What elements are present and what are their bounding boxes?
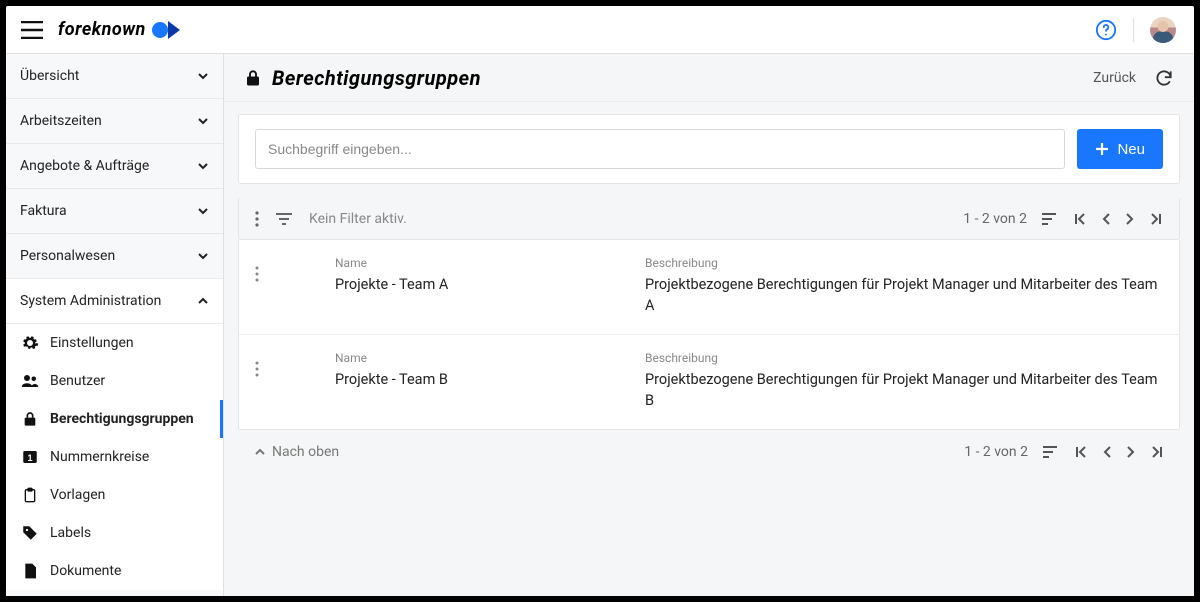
main-content: Berechtigungsgruppen Zurück Neu [224,54,1194,596]
nav-item-labels[interactable]: Labels [6,514,223,552]
table-row[interactable]: Name Projekte - Team B Beschreibung Proj… [239,335,1179,429]
counter-icon: 1 [20,448,40,466]
nav-group-label: System Administration [20,293,161,309]
scroll-to-top[interactable]: Nach oben [254,444,339,460]
col-desc-label: Beschreibung [645,351,1163,365]
topbar-divider [1133,18,1134,42]
row-name: Projekte - Team A [335,274,625,295]
clipboard-icon [20,486,40,504]
search-panel: Neu [238,114,1180,184]
row-menu-icon[interactable] [255,351,275,377]
nav-item-label: Einstellungen [50,335,134,351]
brand-mark-icon [152,19,174,41]
user-avatar[interactable] [1150,17,1176,43]
nav-item-label: Labels [50,525,91,541]
table-row[interactable]: Name Projekte - Team A Beschreibung Proj… [239,240,1179,335]
chevron-down-icon [197,250,209,262]
col-desc-label: Beschreibung [645,256,1163,270]
sort-icon[interactable] [1042,445,1060,459]
chevron-up-icon [254,446,266,458]
filter-icon[interactable] [275,212,293,226]
col-name-label: Name [335,256,625,270]
sort-icon[interactable] [1041,212,1059,226]
help-icon[interactable] [1095,19,1117,41]
nav-group-label: Faktura [20,203,67,219]
page-next-icon[interactable] [1125,212,1135,226]
row-desc: Projektbezogene Berechtigungen für Proje… [645,274,1163,316]
page-first-icon[interactable] [1074,445,1088,459]
nav-group-uebersicht[interactable]: Übersicht [6,54,223,99]
page-last-icon[interactable] [1150,445,1164,459]
nav-item-nummernkreise[interactable]: 1 Nummernkreise [6,438,223,476]
chevron-down-icon [197,115,209,127]
users-icon [20,372,40,390]
page-title: Berechtigungsgruppen [272,66,481,90]
nav-group-label: Angebote & Aufträge [20,158,149,174]
nav-group-sysadmin[interactable]: System Administration [6,279,223,324]
nav-item-label: Benutzer [50,373,105,389]
chevron-down-icon [197,70,209,82]
page-info: 1 - 2 von 2 [964,444,1028,460]
tag-icon [20,524,40,542]
page-prev-icon[interactable] [1101,212,1111,226]
back-button[interactable]: Zurück [1093,70,1136,86]
nav-group-label: Arbeitszeiten [20,113,102,129]
topbar: foreknown [6,6,1194,54]
nav-group-personalwesen[interactable]: Personalwesen [6,234,223,279]
nav-item-benutzer[interactable]: Benutzer [6,362,223,400]
page-first-icon[interactable] [1073,212,1087,226]
chevron-down-icon [197,205,209,217]
nav-item-label: Dokumente [50,563,121,579]
nav-item-einstellungen[interactable]: Einstellungen [6,324,223,362]
list-footer: Nach oben 1 - 2 von 2 [238,430,1180,474]
new-button-label: Neu [1117,141,1145,158]
nav-group-label: Personalwesen [20,248,115,264]
sidebar: Übersicht Arbeitszeiten Angebote & Auftr… [6,54,224,596]
document-icon [20,562,40,580]
results-list: Name Projekte - Team A Beschreibung Proj… [238,240,1180,430]
page-next-icon[interactable] [1126,445,1136,459]
page-last-icon[interactable] [1149,212,1163,226]
page-info: 1 - 2 von 2 [963,211,1027,227]
search-input[interactable] [255,129,1065,169]
list-toolbar: Kein Filter aktiv. 1 - 2 von 2 [238,198,1180,240]
nav-item-label: Berechtigungsgruppen [50,411,194,427]
row-name: Projekte - Team B [335,369,625,390]
new-button[interactable]: Neu [1077,129,1163,169]
nav-item-vorlagen[interactable]: Vorlagen [6,476,223,514]
filter-status: Kein Filter aktiv. [309,211,407,227]
nav-item-berechtigungsgruppen[interactable]: Berechtigungsgruppen [6,400,223,438]
plus-icon [1095,142,1109,156]
nav-item-label: Vorlagen [50,487,105,503]
lock-icon [244,68,262,88]
row-menu-icon[interactable] [255,256,275,282]
nav-group-faktura[interactable]: Faktura [6,189,223,234]
nav-group-angebote[interactable]: Angebote & Aufträge [6,144,223,189]
chevron-down-icon [197,160,209,172]
to-top-label: Nach oben [272,444,339,460]
svg-text:1: 1 [27,453,32,463]
refresh-icon[interactable] [1154,68,1174,88]
brand-logo[interactable]: foreknown [58,19,174,41]
gear-icon [20,334,40,352]
nav-group-label: Übersicht [20,68,79,84]
more-vert-icon[interactable] [255,211,259,227]
menu-toggle[interactable] [18,16,46,44]
nav-item-dokumente[interactable]: Dokumente [6,552,223,590]
lock-icon [20,410,40,428]
chevron-up-icon [197,295,209,307]
page-prev-icon[interactable] [1102,445,1112,459]
col-name-label: Name [335,351,625,365]
row-desc: Projektbezogene Berechtigungen für Proje… [645,369,1163,411]
nav-item-label: Nummernkreise [50,449,149,465]
page-header: Berechtigungsgruppen Zurück [224,54,1194,102]
brand-name: foreknown [58,19,146,40]
nav-group-arbeitszeiten[interactable]: Arbeitszeiten [6,99,223,144]
